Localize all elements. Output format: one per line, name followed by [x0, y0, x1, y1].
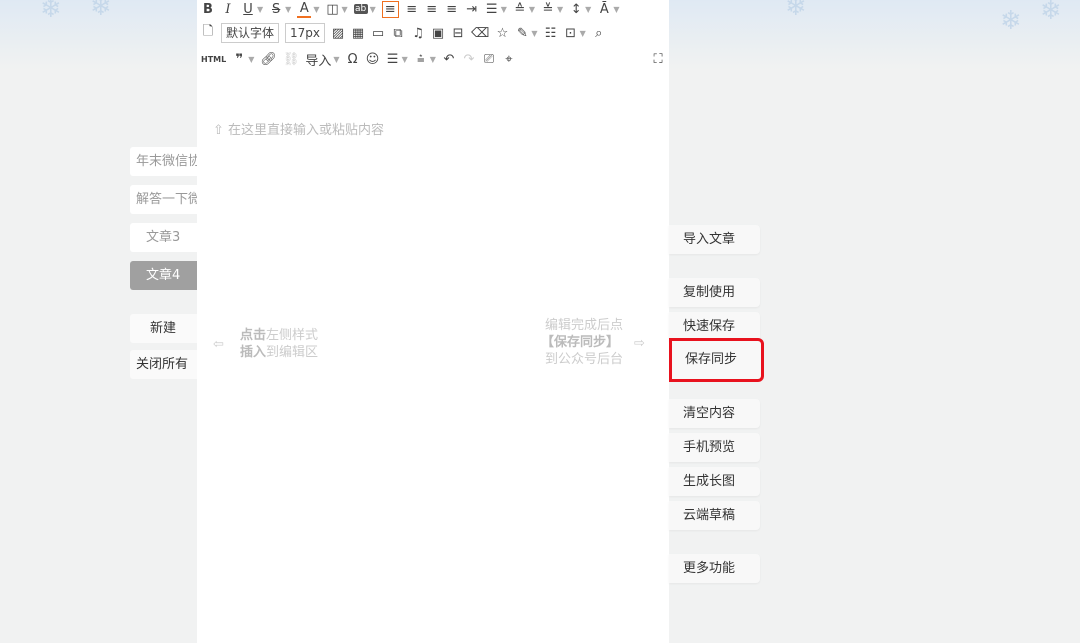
format-brush-icon[interactable]: ▨: [331, 26, 345, 41]
table-icon[interactable]: ▦: [351, 26, 365, 41]
quote-icon[interactable]: ❞: [232, 52, 246, 67]
bold-icon[interactable]: B: [201, 2, 215, 17]
paragraph-spacing-icon[interactable]: ☰: [485, 2, 499, 17]
spacing-top-icon[interactable]: ≙: [513, 2, 527, 17]
music-icon[interactable]: ♫: [411, 26, 425, 41]
mobile-preview-button[interactable]: 手机预览: [669, 433, 760, 462]
font-family-select[interactable]: 默认字体: [221, 23, 280, 43]
snowflake-icon: ❄: [90, 0, 112, 22]
cloud-draft-button[interactable]: 云端草稿: [669, 501, 760, 530]
quick-save-button[interactable]: 快速保存: [669, 312, 760, 341]
snowflake-icon: ❄: [785, 0, 807, 22]
redo-icon[interactable]: ↷: [462, 52, 476, 67]
star-icon[interactable]: ☆: [495, 26, 509, 41]
editor-placeholder: 在这里直接输入或粘贴内容: [228, 123, 385, 138]
spacing-bottom-icon[interactable]: ≚: [541, 2, 555, 17]
align-center-icon[interactable]: ≡: [405, 2, 419, 17]
right-hint: 编辑完成后点 【保存同步】 到公众号后台: [541, 318, 624, 367]
copy-use-button[interactable]: 复制使用: [669, 278, 760, 307]
emoji-icon[interactable]: ☺: [366, 52, 380, 67]
strikethrough-icon[interactable]: S: [269, 2, 283, 17]
search-replace-icon[interactable]: ⌕: [592, 26, 606, 41]
right-hint-arrow-icon: ⇨: [634, 336, 645, 351]
new-document-icon[interactable]: 🗋: [201, 22, 215, 44]
indent-icon[interactable]: ⇥: [465, 2, 479, 17]
snowflake-icon: ❄: [1000, 6, 1022, 36]
line-height-icon[interactable]: ↕: [569, 2, 583, 17]
font-size-select[interactable]: 17px: [285, 23, 326, 43]
underline-icon[interactable]: U: [241, 2, 255, 17]
eraser-icon[interactable]: ⌫: [471, 26, 489, 41]
align-left-icon[interactable]: ≡: [381, 0, 399, 18]
divider-icon[interactable]: ⊟: [451, 26, 465, 41]
toolbar-row-2: 🗋 默认字体 17px ▨ ▦ ▭ ⧉ ♫ ▣ ⊟ ⌫ ☆ ✎ ▼ ☷ ⊡ ▼ ⌕: [201, 23, 606, 43]
link-icon[interactable]: 🔗︎: [260, 52, 277, 67]
fullscreen-icon[interactable]: ⛶: [651, 52, 665, 67]
left-hint-arrow-icon: ⇦: [213, 337, 224, 352]
font-color-icon[interactable]: A: [297, 1, 312, 18]
undo-icon[interactable]: ↶: [442, 52, 456, 67]
editor-content[interactable]: ⇧ 在这里直接输入或粘贴内容: [213, 122, 384, 139]
image-icon[interactable]: ▭: [371, 26, 385, 41]
video-icon[interactable]: ▣: [431, 26, 445, 41]
italic-icon[interactable]: I: [221, 2, 235, 17]
left-hint: 点击左侧样式 插入到编辑区: [240, 328, 319, 360]
magic-wand-icon[interactable]: ✎: [515, 26, 529, 41]
snowflake-icon: ❄: [40, 0, 62, 24]
import-article-button[interactable]: 导入文章: [669, 225, 760, 254]
up-arrow-icon: ⇧: [213, 123, 224, 138]
text-direction-icon[interactable]: ⩮: [414, 52, 428, 67]
long-image-button[interactable]: 生成长图: [669, 467, 760, 496]
list-icon[interactable]: ☷: [544, 26, 558, 41]
align-right-icon[interactable]: ≡: [425, 2, 439, 17]
clear-content-button[interactable]: 清空内容: [669, 399, 760, 428]
snowflake-icon: ❄: [1040, 0, 1062, 26]
toolbar-row-1: B I U ▼ S ▼ A ▼ ◫ ▼ ab ▼ ≡ ≡ ≡ ≡ ⇥ ☰ ▼ ≙ ▼ ≚ ▼ ↕…: [201, 0, 619, 19]
toolbar-row-3: HTML ❞ ▼ 🔗︎ ⛓ 导入 ▼ Ω ☺ ☰ ▼ ⩮ ▼ ↶ ↷ ⎚ ⌖ ⛶: [201, 49, 665, 69]
bullet-list-icon[interactable]: ☰: [386, 52, 400, 67]
import-button[interactable]: 导入: [305, 50, 331, 69]
editor-panel: B I U ▼ S ▼ A ▼ ◫ ▼ ab ▼ ≡ ≡ ≡ ≡ ⇥ ☰ ▼ ≙ ▼ ≚ ▼ ↕…: [197, 0, 669, 643]
template-icon[interactable]: ⎚: [482, 52, 496, 67]
justify-icon[interactable]: ≡: [445, 2, 459, 17]
letter-spacing-icon[interactable]: Ā: [597, 2, 611, 17]
background-color-icon[interactable]: ◫: [325, 2, 339, 17]
omega-icon[interactable]: Ω: [346, 52, 360, 67]
image-frame-icon[interactable]: ⊡: [564, 26, 578, 41]
save-sync-button[interactable]: 保存同步: [669, 338, 764, 382]
map-icon[interactable]: ⌖: [502, 52, 516, 67]
highlight-icon[interactable]: ab: [353, 4, 368, 14]
unlink-icon[interactable]: ⛓: [283, 52, 300, 67]
html-button[interactable]: HTML: [201, 55, 226, 64]
multi-image-icon[interactable]: ⧉: [391, 26, 405, 41]
more-features-button[interactable]: 更多功能: [669, 554, 760, 583]
